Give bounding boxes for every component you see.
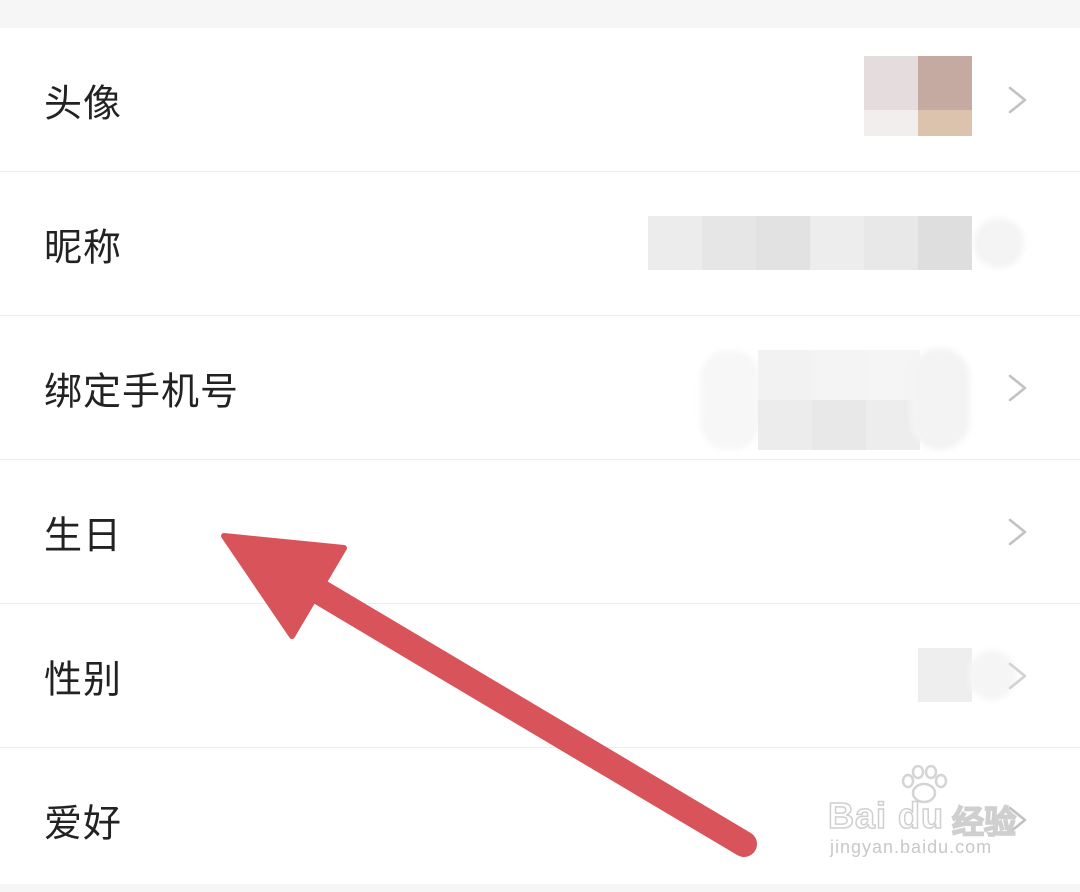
watermark: Bai du 经验 jingyan.baidu.com xyxy=(827,765,1028,865)
watermark-brand: Bai du xyxy=(827,794,945,837)
watermark-url: jingyan.baidu.com xyxy=(830,837,993,857)
annotation-arrow xyxy=(221,533,757,857)
